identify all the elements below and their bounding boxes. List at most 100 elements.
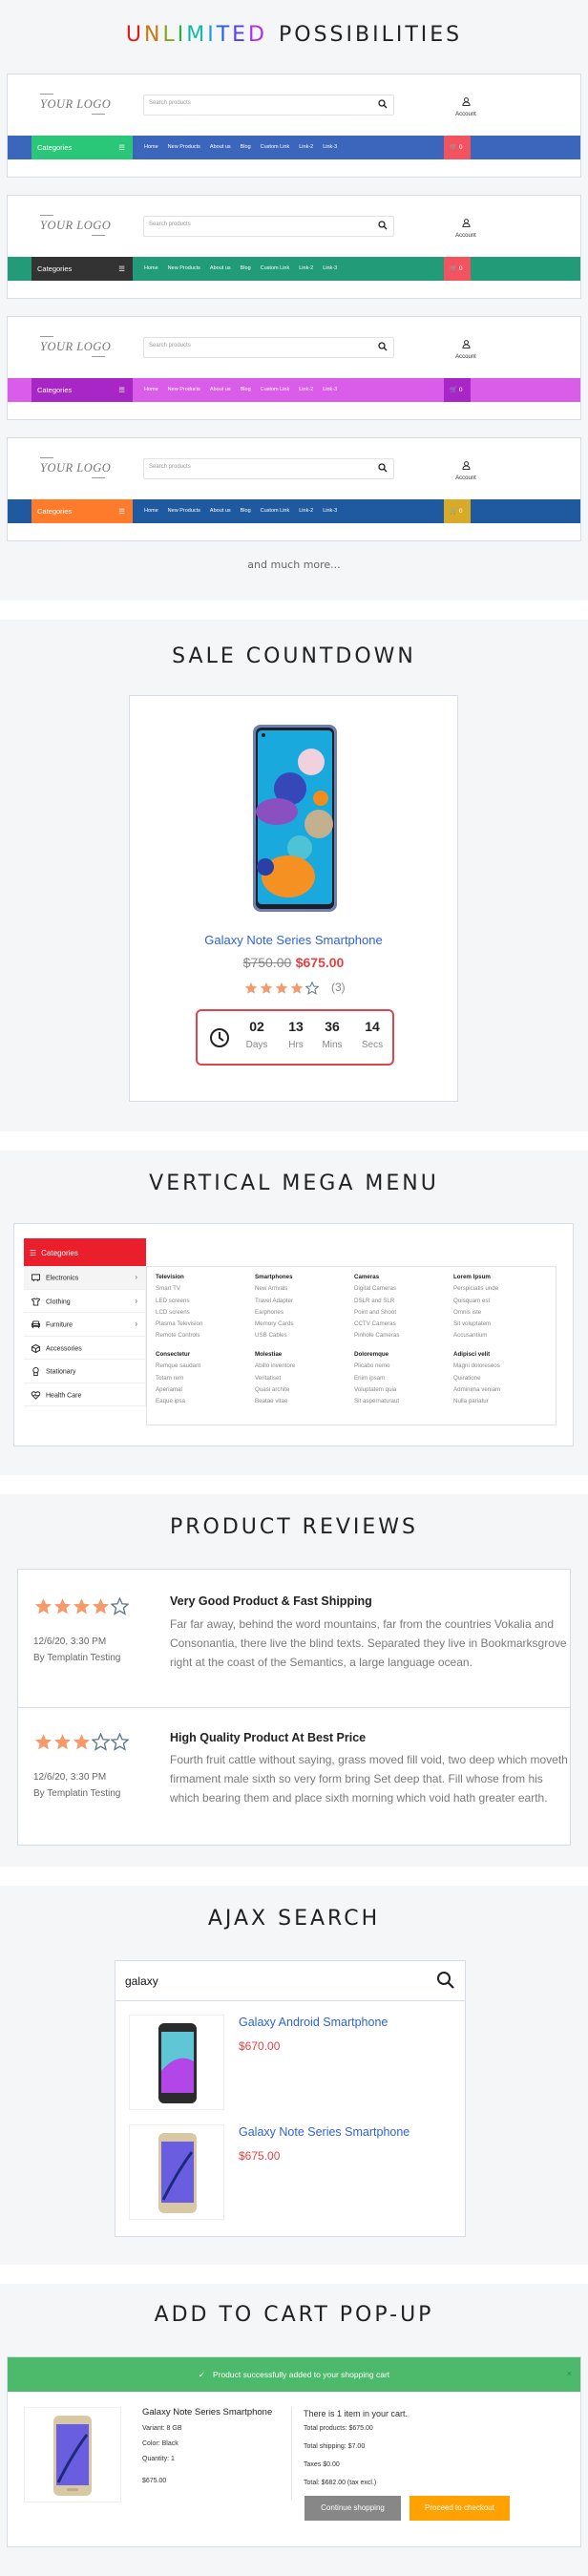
search-input[interactable]: Search products	[143, 458, 394, 479]
close-icon[interactable]: ×	[567, 2369, 572, 2378]
mega-menu-link[interactable]: Quiratione	[453, 1373, 500, 1384]
mega-menu-link[interactable]: Abillo inventore	[255, 1361, 295, 1372]
nav-link[interactable]: Custom Link	[261, 387, 290, 392]
mega-menu-link[interactable]: Nulla pariatur	[453, 1396, 500, 1407]
search-input[interactable]: galaxy	[125, 1974, 158, 1988]
column-heading[interactable]: Adipisci velit	[453, 1349, 500, 1361]
logo[interactable]: YOUR LOGO	[40, 457, 111, 486]
cart-button[interactable]: 🛒 0	[444, 378, 471, 402]
search-icon[interactable]	[378, 221, 388, 230]
mega-menu-link[interactable]: Pinhole Cameras	[354, 1330, 399, 1341]
search-icon[interactable]	[378, 463, 388, 473]
cart-button[interactable]: 🛒 0	[444, 499, 471, 523]
categories-button[interactable]: Categories ☰	[32, 499, 133, 523]
logo[interactable]: YOUR LOGO	[40, 94, 111, 122]
category-item[interactable]: Electronics ›	[24, 1266, 146, 1290]
product-name-link[interactable]: Galaxy Note Series Smartphone	[130, 933, 457, 947]
account-button[interactable]: Account	[449, 94, 483, 117]
nav-link[interactable]: Home	[144, 387, 158, 392]
logo[interactable]: YOUR LOGO	[40, 336, 111, 365]
category-item[interactable]: Health Care	[24, 1383, 146, 1406]
mega-menu-link[interactable]: Quisquam est	[453, 1296, 498, 1307]
result-title-link[interactable]: Galaxy Note Series Smartphone	[239, 2125, 410, 2139]
mega-menu-link[interactable]: Eaque ipsa	[156, 1396, 200, 1407]
nav-link[interactable]: Link-2	[299, 508, 313, 514]
mega-menu-link[interactable]: DSLR and SLR	[354, 1296, 399, 1307]
cart-button[interactable]: 🛒 0	[444, 257, 471, 281]
result-title-link[interactable]: Galaxy Android Smartphone	[239, 2016, 388, 2029]
nav-link[interactable]: About us	[210, 144, 231, 150]
proceed-to-checkout-button[interactable]: Proceed to checkout	[410, 2496, 510, 2521]
mega-menu-link[interactable]: Point and Shoot	[354, 1307, 399, 1319]
mega-menu-link[interactable]: Plasma Television	[156, 1319, 202, 1330]
mega-menu-link[interactable]: Omnis iste	[453, 1307, 498, 1319]
category-item[interactable]: Stationary	[24, 1360, 146, 1383]
mega-menu-link[interactable]: Travel Adapter	[255, 1296, 294, 1307]
column-heading[interactable]: Television	[156, 1272, 202, 1283]
mega-menu-link[interactable]: Sit aspernaturaut	[354, 1396, 399, 1407]
nav-link[interactable]: Link-3	[323, 387, 337, 392]
continue-shopping-button[interactable]: Continue shopping	[304, 2496, 401, 2521]
column-heading[interactable]: Consectetur	[156, 1349, 200, 1361]
search-input[interactable]: Search products	[143, 337, 394, 358]
nav-link[interactable]: Home	[144, 144, 158, 150]
nav-link[interactable]: Link-3	[323, 508, 337, 514]
category-item[interactable]: Furniture ›	[24, 1313, 146, 1337]
nav-link[interactable]: Custom Link	[261, 144, 290, 150]
logo[interactable]: YOUR LOGO	[40, 215, 111, 243]
nav-link[interactable]: New Products	[168, 144, 200, 150]
category-item[interactable]: Accessories	[24, 1336, 146, 1360]
mega-menu-link[interactable]: Magni doloreseos	[453, 1361, 500, 1372]
mega-menu-link[interactable]: Memory Cards	[255, 1319, 294, 1330]
nav-link[interactable]: About us	[210, 265, 231, 271]
mega-menu-link[interactable]: Enim ipsam	[354, 1373, 399, 1384]
nav-link[interactable]: Link-3	[323, 265, 337, 271]
mega-menu-link[interactable]: Plicabo nemo	[354, 1361, 399, 1372]
nav-link[interactable]: Link-2	[299, 144, 313, 150]
search-icon[interactable]	[378, 99, 388, 109]
column-heading[interactable]: Cameras	[354, 1272, 399, 1283]
result-image[interactable]	[129, 2124, 224, 2220]
account-button[interactable]: Account	[449, 215, 483, 239]
nav-link[interactable]: Custom Link	[261, 508, 290, 514]
mega-menu-link[interactable]: Quasi archite	[255, 1384, 295, 1396]
nav-link[interactable]: Blog	[241, 508, 251, 514]
account-button[interactable]: Account	[449, 336, 483, 360]
categories-header[interactable]: ☰ Categories	[24, 1238, 146, 1266]
nav-link[interactable]: Blog	[241, 265, 251, 271]
nav-link[interactable]: Blog	[241, 144, 251, 150]
mega-menu-link[interactable]: Totam rem	[156, 1373, 200, 1384]
nav-link[interactable]: Blog	[241, 387, 251, 392]
nav-link[interactable]: About us	[210, 387, 231, 392]
column-heading[interactable]: Smartphones	[255, 1272, 294, 1283]
mega-menu-link[interactable]: Remote Controls	[156, 1330, 202, 1341]
nav-link[interactable]: Link-2	[299, 387, 313, 392]
nav-link[interactable]: New Products	[168, 265, 200, 271]
categories-button[interactable]: Categories ☰	[32, 136, 133, 159]
mega-menu-link[interactable]: Adminima veniam	[453, 1384, 500, 1396]
product-image[interactable]	[252, 724, 338, 913]
nav-link[interactable]: Home	[144, 265, 158, 271]
nav-link[interactable]: Custom Link	[261, 265, 290, 271]
mega-menu-link[interactable]: Digital Cameras	[354, 1283, 399, 1295]
nav-link[interactable]: New Products	[168, 387, 200, 392]
mega-menu-link[interactable]: New Arrivals	[255, 1283, 294, 1295]
categories-button[interactable]: Categories ☰	[32, 378, 133, 402]
mega-menu-link[interactable]: LCD screens	[156, 1307, 202, 1319]
mega-menu-link[interactable]: Beatae vitae	[255, 1396, 295, 1407]
nav-link[interactable]: New Products	[168, 508, 200, 514]
cart-button[interactable]: 🛒 0	[444, 136, 471, 159]
search-icon[interactable]	[436, 1971, 455, 1990]
mega-menu-link[interactable]: Remque saudant	[156, 1361, 200, 1372]
column-heading[interactable]: Lorem Ipsum	[453, 1272, 498, 1283]
mega-menu-link[interactable]: Sit voluptatem	[453, 1319, 498, 1330]
categories-button[interactable]: Categories ☰	[32, 257, 133, 281]
mega-menu-link[interactable]: Aperiamal	[156, 1384, 200, 1396]
mega-menu-link[interactable]: Accusantium	[453, 1330, 498, 1341]
mega-menu-link[interactable]: Perspiciatis unde	[453, 1283, 498, 1295]
search-input[interactable]: Search products	[143, 216, 394, 237]
mega-menu-link[interactable]: Smart TV	[156, 1283, 202, 1295]
mega-menu-link[interactable]: USB Cables	[255, 1330, 294, 1341]
mega-menu-link[interactable]: LED screens	[156, 1296, 202, 1307]
category-item[interactable]: Clothing ›	[24, 1289, 146, 1313]
